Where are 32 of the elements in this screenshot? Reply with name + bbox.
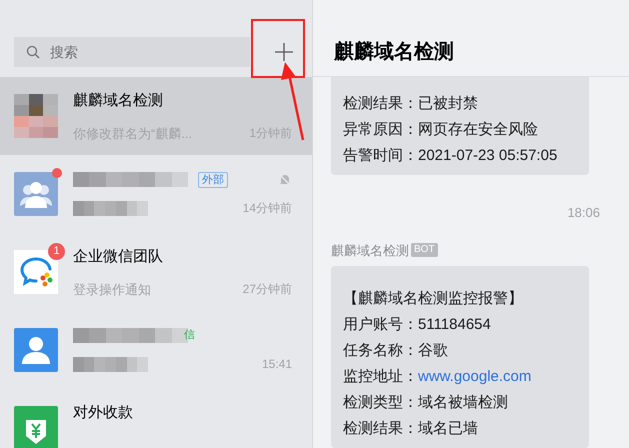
message-line: 异常原因：网页存在安全风险 (343, 120, 539, 140)
message-line: 任务名称：谷歌 (343, 341, 449, 361)
unread-badge: 1 (48, 243, 65, 260)
person-avatar-icon (14, 328, 58, 372)
chat-name: 麒麟域名检测 (73, 91, 163, 112)
search-icon (26, 45, 40, 59)
message-time: 27分钟前 (242, 281, 292, 298)
external-tag: 外部 (198, 172, 228, 188)
message-time: 15:41 (262, 356, 292, 374)
message-line: 检测结果：已被封禁 (343, 94, 479, 114)
annotation-frame (251, 19, 305, 78)
blurred-avatar (14, 94, 58, 138)
message-line: 检测类型：域名被墙检测 (343, 393, 509, 413)
bot-badge: BOT (411, 243, 438, 258)
payment-avatar-icon (14, 406, 58, 448)
chat-name: 对外收款 (73, 403, 133, 424)
plus-icon (274, 42, 294, 62)
tag-text: 信 (184, 328, 195, 344)
message-preview: 登录操作通知 (73, 280, 151, 298)
chat-name: 企业微信团队 (73, 247, 163, 268)
message-time: 14分钟前 (242, 200, 292, 217)
chat-title: 麒麟域名检测 (334, 40, 454, 65)
group-avatar-icon (14, 172, 58, 216)
search-field[interactable]: 搜索 (14, 37, 250, 67)
message-line: 检测结果：域名已墙 (343, 419, 479, 439)
message-line: 告警时间：2021-07-23 05:57:05 (343, 146, 558, 166)
message-line: 用户账号：511184654 (343, 315, 492, 335)
message-line: 【麒麟域名检测监控报警】 (343, 289, 524, 309)
timestamp: 18:06 (567, 204, 600, 222)
sender-name: 麒麟域名检测 (331, 242, 409, 260)
message-line: 监控地址：www.google.com (343, 367, 532, 387)
url-link[interactable]: www.google.com (418, 368, 532, 385)
